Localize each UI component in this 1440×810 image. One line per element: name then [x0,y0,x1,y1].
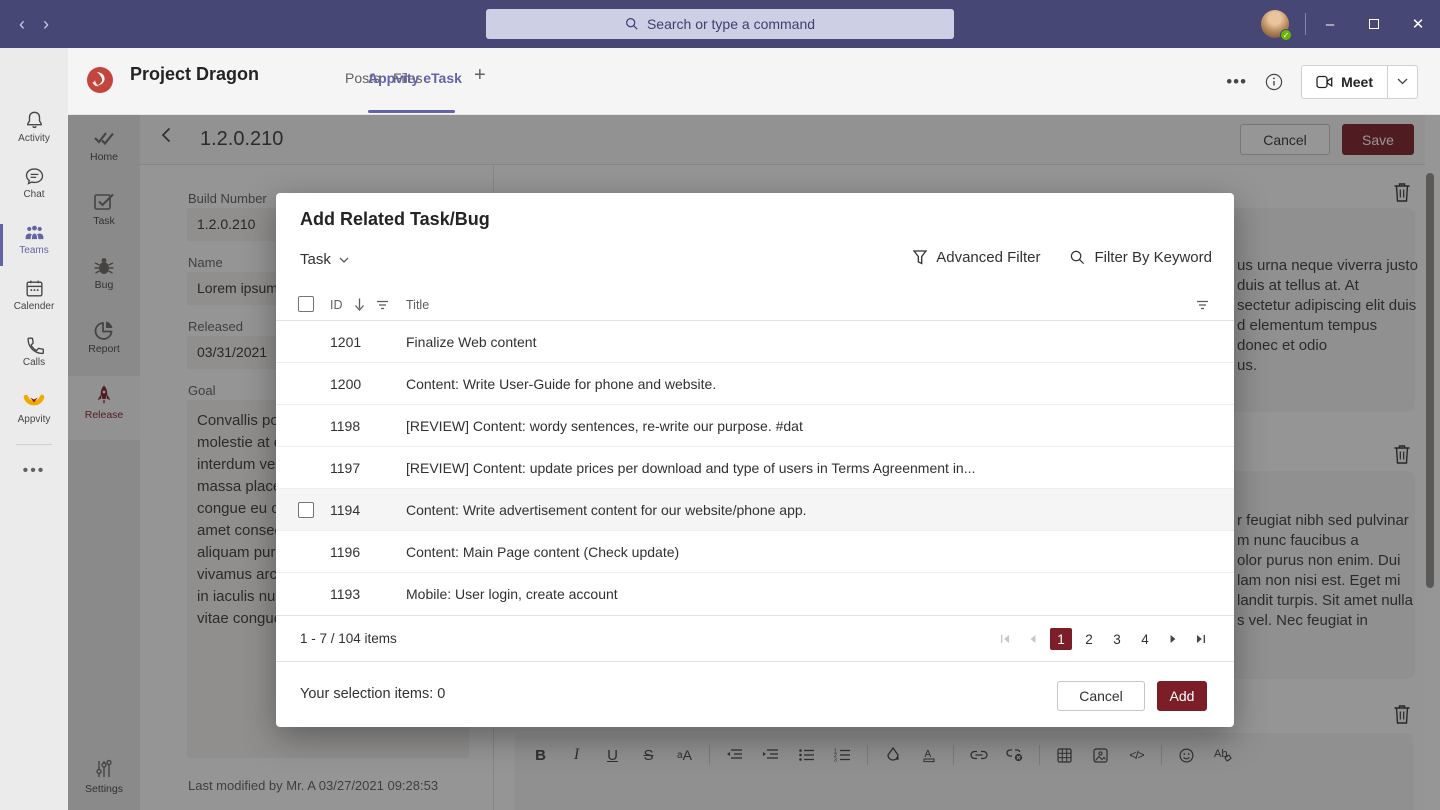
chevron-down-icon [1397,78,1408,85]
rail-item-calls[interactable]: Calls [0,334,68,368]
prev-page-button[interactable] [1022,628,1044,650]
table-row[interactable]: 1201 Finalize Web content [276,321,1234,363]
page-button-4[interactable]: 4 [1134,628,1156,650]
column-filter-icon[interactable] [376,300,389,310]
rail-item-calendar[interactable]: Calender [0,278,68,312]
search-icon [625,17,639,31]
keyword-filter-button[interactable]: Filter By Keyword [1070,249,1212,266]
team-name: Project Dragon [130,64,259,85]
page-button-3[interactable]: 3 [1106,628,1128,650]
meet-button[interactable]: Meet [1302,74,1387,90]
selection-count-text: Your selection items: 0 [300,686,445,702]
funnel-icon [913,250,927,265]
active-tab-underline [368,110,455,113]
meet-split-button: Meet [1301,65,1418,99]
items-summary: 1 - 7 / 104 items [300,631,397,646]
titlebar-divider [1305,13,1306,35]
search-icon [1070,250,1085,265]
rail-divider [16,444,52,445]
minimize-button[interactable]: – [1308,0,1352,48]
rail-item-appvity[interactable]: Appvity [0,390,68,425]
last-page-icon [1194,632,1208,646]
rail-item-chat[interactable]: Chat [0,166,68,200]
camera-icon [1316,75,1333,89]
last-page-button[interactable] [1190,628,1212,650]
advanced-filter-button[interactable]: Advanced Filter [913,249,1040,266]
bell-icon [24,110,45,131]
next-page-button[interactable] [1162,628,1184,650]
teams-people-icon [23,222,46,243]
task-table: 1201 Finalize Web content 1200 Content: … [276,321,1234,615]
first-page-button[interactable] [994,628,1016,650]
page-button-2[interactable]: 2 [1078,628,1100,650]
add-related-task-dialog: Add Related Task/Bug Task Advanced Filte… [276,193,1234,727]
dialog-cancel-button[interactable]: Cancel [1057,681,1145,711]
id-column-header[interactable]: ID [330,298,343,312]
table-row[interactable]: 1200 Content: Write User-Guide for phone… [276,363,1234,405]
sort-descending-icon[interactable] [353,297,366,312]
meet-dropdown-button[interactable] [1388,78,1417,85]
status-available-icon: ✓ [1280,29,1292,41]
table-row[interactable]: 1196 Content: Main Page content (Check u… [276,531,1234,573]
select-all-checkbox[interactable] [298,296,314,312]
table-header: ID Title [276,288,1234,321]
next-page-icon [1166,632,1180,646]
title-column-header[interactable]: Title [406,298,429,312]
dialog-title: Add Related Task/Bug [300,209,490,230]
nav-forward-icon[interactable]: › [36,14,56,34]
table-row-hovered[interactable]: 1194 Content: Write advertisement conten… [276,489,1234,531]
team-logo-icon [86,66,114,94]
table-row[interactable]: 1198 [REVIEW] Content: wordy sentences, … [276,405,1234,447]
channel-more-icon[interactable]: ••• [1226,72,1247,92]
dialog-footer: Your selection items: 0 Cancel Add [276,661,1234,727]
table-row[interactable]: 1193 Mobile: User login, create account [276,573,1234,615]
dialog-add-button[interactable]: Add [1157,681,1207,711]
info-icon[interactable] [1265,73,1283,91]
teams-rail: Activity Chat Teams Calender Calls Appvi… [0,48,68,810]
chevron-down-icon [339,257,349,263]
row-checkbox[interactable] [298,502,314,518]
calendar-icon [24,278,45,299]
teams-titlebar: ‹ › Search or type a command ✓ – ✕ [0,0,1440,48]
prev-page-icon [1026,632,1040,646]
search-input[interactable]: Search or type a command [486,9,954,39]
chat-icon [24,166,45,187]
tab-appvity-etask[interactable]: Appvity eTask [368,70,462,86]
close-button[interactable]: ✕ [1396,0,1440,48]
rail-more-icon[interactable]: ••• [0,462,68,480]
title-filter-icon[interactable] [1196,300,1209,310]
appvity-logo-icon [22,390,46,412]
pagination-bar: 1 - 7 / 104 items 1 2 3 4 [276,615,1234,661]
page-button-1[interactable]: 1 [1050,628,1072,650]
rail-item-activity[interactable]: Activity [0,110,68,144]
channel-header: Project Dragon Posts Files Appvity eTask… [68,48,1440,115]
phone-icon [24,334,45,355]
table-row[interactable]: 1197 [REVIEW] Content: update prices per… [276,447,1234,489]
add-tab-button[interactable]: + [474,64,486,87]
maximize-button[interactable] [1352,0,1396,48]
rail-item-teams[interactable]: Teams [0,222,68,256]
search-placeholder: Search or type a command [647,16,815,32]
nav-back-icon[interactable]: ‹ [12,14,32,34]
type-selector-dropdown[interactable]: Task [300,251,349,268]
avatar[interactable]: ✓ [1261,10,1289,38]
first-page-icon [998,632,1012,646]
